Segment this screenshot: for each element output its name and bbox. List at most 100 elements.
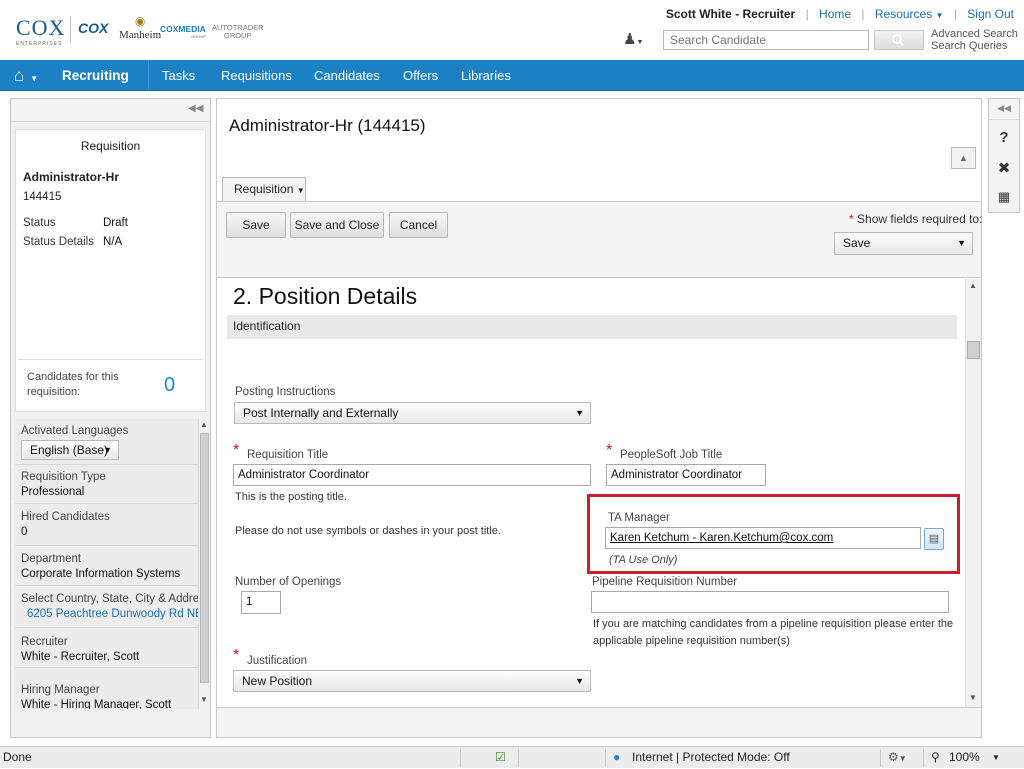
content-scrollbar[interactable]: ▲ ▼ (965, 279, 981, 707)
nav-candidates[interactable]: Candidates (314, 60, 380, 91)
divider (923, 749, 924, 767)
location-link[interactable]: 6205 Peachtree Dunwoody Rd NE (21, 608, 198, 620)
detail-row-department: Department Corporate Information Systems (15, 546, 198, 586)
save-button[interactable]: Save (226, 212, 286, 238)
candidates-count[interactable]: 0 (164, 374, 175, 397)
openings-label: Number of Openings (235, 576, 342, 588)
requisition-details-list: Activated Languages English (Base) ▼ Req… (15, 419, 198, 709)
divider (518, 749, 519, 767)
nav-requisitions[interactable]: Requisitions (221, 60, 292, 91)
tab-requisition[interactable]: Requisition ▼ (222, 177, 306, 202)
separator: | (805, 7, 809, 21)
chevron-down-icon[interactable]: ▼ (992, 747, 1000, 769)
left-panel-header: ◀◀ (11, 99, 210, 122)
collapse-right-icon[interactable]: ◀◀ (989, 103, 1019, 114)
scroll-up-icon[interactable]: ▲ (200, 420, 208, 429)
resources-link[interactable]: Resources ▼ (875, 7, 944, 21)
chevron-down-icon: ▼ (103, 445, 112, 455)
required-fields-label: * Show fields required to: (849, 212, 983, 226)
nav-offers[interactable]: Offers (403, 60, 438, 91)
requisition-title-label: Requisition Title (247, 449, 329, 461)
justification-select[interactable]: New Position ▼ (233, 670, 591, 692)
search-button[interactable] (874, 30, 924, 50)
scroll-thumb[interactable] (200, 433, 209, 683)
ta-manager-input[interactable]: Karen Ketchum - Karen.Ketchum@cox.com (605, 527, 921, 549)
scroll-down-icon[interactable]: ▼ (200, 695, 208, 704)
detail-row-location: Select Country, State, City & Address 62… (15, 586, 198, 628)
detail-row-recruiter: Recruiter White - Recruiter, Scott (15, 628, 198, 668)
chevron-down-icon: ▼ (575, 676, 584, 686)
detail-row-languages: Activated Languages English (Base) ▼ (15, 419, 198, 465)
requisition-name: Administrator-Hr (23, 170, 120, 184)
requisition-editor: Administrator-Hr (144415) ▲ Requisition … (216, 98, 982, 738)
separator: | (861, 7, 865, 21)
requisition-title-input[interactable]: Administrator Coordinator (233, 464, 591, 486)
media-icon[interactable]: ▦ (989, 189, 1019, 205)
chevron-down-icon: ▼ (935, 11, 944, 20)
openings-input[interactable]: 1 (241, 591, 281, 614)
user-links: Scott White - Recruiter | Home | Resourc… (666, 7, 1014, 21)
collapse-left-icon[interactable]: ◀◀ (188, 103, 203, 114)
status-details-label: Status Details (23, 236, 94, 248)
home-link[interactable]: Home (819, 7, 851, 21)
nav-divider (148, 60, 149, 91)
ta-manager-lookup-button[interactable]: ▤ (924, 528, 944, 550)
manheim-logo[interactable]: ◉ Manheim (119, 14, 161, 41)
peoplesoft-title-input[interactable]: Administrator Coordinator (606, 464, 766, 486)
requisition-summary-panel: ◀◀ Requisition Administrator-Hr 144415 S… (10, 98, 211, 738)
subsection-identification: Identification (227, 315, 957, 339)
status-text: Done (3, 750, 32, 764)
autotrader-logo[interactable]: AUTOTRADER GROUP (212, 24, 264, 40)
divider (605, 749, 606, 767)
help-icon[interactable]: ? (989, 129, 1019, 146)
zoom-icon: ⚲ (931, 750, 940, 764)
cox-enterprises-logo[interactable]: COX ENTERPRISES (16, 15, 65, 47)
detail-row-req-type: Requisition Type Professional (15, 465, 198, 504)
status-details-value: N/A (103, 236, 123, 248)
left-scrollbar[interactable]: ▲ ▼ (198, 419, 210, 709)
required-fields-select[interactable]: Save ▼ (834, 232, 973, 255)
requisition-title-help-2: Please do not use symbols or dashes in y… (235, 525, 501, 537)
security-zone[interactable]: Internet | Protected Mode: Off (632, 747, 790, 769)
nav-libraries[interactable]: Libraries (461, 60, 511, 91)
status-label: Status (23, 217, 56, 229)
page-status-icon: ☑ (495, 750, 506, 764)
search-queries-link[interactable]: Search Queries (931, 40, 1018, 52)
editor-footer (217, 707, 981, 737)
nav-brand-recruiting[interactable]: Recruiting (62, 60, 129, 91)
action-toolbar: Save Save and Close Cancel * Show fields… (217, 202, 983, 278)
right-tool-rail: ◀◀ ? ✖ ▦ (988, 98, 1020, 213)
scroll-down-icon[interactable]: ▼ (969, 693, 977, 702)
ta-use-only-note: (TA Use Only) (609, 554, 678, 566)
posting-instructions-select[interactable]: Post Internally and Externally ▼ (234, 402, 591, 424)
user-menu-icon[interactable]: ♟▼ (623, 30, 643, 48)
cox-logo[interactable]: COX (78, 20, 108, 36)
advanced-search-link[interactable]: Advanced Search (931, 28, 1018, 40)
browser-status-bar: Done ☑ ● Internet | Protected Mode: Off … (0, 746, 1024, 768)
pipeline-number-input[interactable] (591, 591, 949, 613)
save-and-close-button[interactable]: Save and Close (290, 212, 384, 238)
required-asterisk: * (849, 212, 854, 226)
search-icon (892, 34, 904, 46)
nav-tasks[interactable]: Tasks (162, 60, 195, 91)
logo-divider (70, 16, 71, 42)
home-icon[interactable]: ⌂ ▼ (14, 60, 38, 91)
status-value: Draft (103, 217, 128, 229)
section-title: 2. Position Details (233, 283, 418, 309)
scroll-thumb[interactable] (967, 341, 980, 359)
collapse-header-button[interactable]: ▲ (951, 147, 976, 169)
main-nav: ⌂ ▼ Recruiting Tasks Requisitions Candida… (0, 60, 1024, 91)
form-content: 2. Position Details Identification Posti… (217, 279, 981, 707)
collapse-up-icon: ▲ (959, 153, 968, 163)
requisition-id: 144415 (23, 191, 62, 203)
required-asterisk: * (233, 647, 240, 664)
coxmedia-logo[interactable]: COXMEDIA GROUP (160, 24, 206, 39)
zoom-level[interactable]: 100% (949, 747, 980, 769)
protected-mode-icon[interactable]: ⚙▼ (888, 747, 907, 769)
sign-out-link[interactable]: Sign Out (967, 7, 1014, 21)
scroll-up-icon[interactable]: ▲ (969, 281, 977, 290)
language-select[interactable]: English (Base) ▼ (21, 440, 119, 460)
search-input[interactable] (663, 30, 869, 50)
tools-icon[interactable]: ✖ (989, 159, 1019, 177)
cancel-button[interactable]: Cancel (389, 212, 448, 238)
